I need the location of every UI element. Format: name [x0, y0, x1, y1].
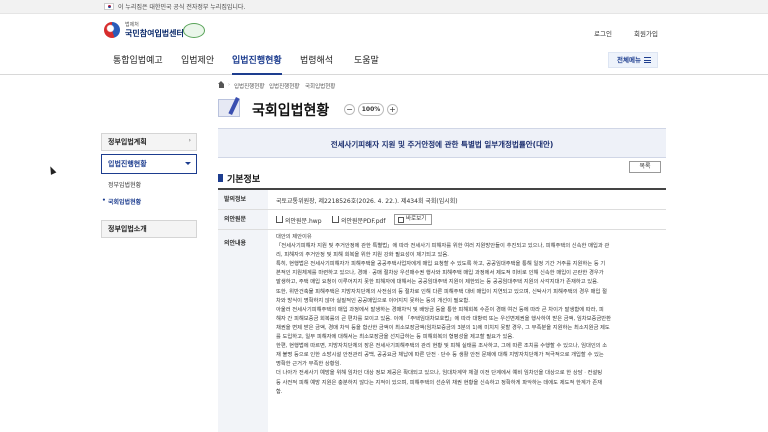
content-line: 아울러 전세사기피해주택의 매입 과정에서 발생하는 경매차익 및 배당금 등을…	[276, 306, 604, 313]
content-line: 본적인 지원체계를 마련하고 있으나, 경매ㆍ공매 절차상 우선매수권 행사와 …	[276, 270, 604, 277]
hamburger-icon	[644, 57, 651, 63]
caret-down-icon	[185, 162, 191, 165]
gnb-item-proposal[interactable]: 입법제안	[181, 53, 214, 75]
government-emblem-icon[interactable]	[104, 22, 120, 38]
lnb-sub-assembly-status[interactable]: 국회입법현황	[102, 197, 141, 206]
table-row: 의안내용 대안의 제안이유 「전세사기피해자 지원 및 주거안정에 관한 특별법」…	[218, 230, 666, 432]
gnb-item-progress[interactable]: 입법진행현황	[232, 53, 282, 75]
content-line: 「전세사기피해자 지원 및 주거안정에 관한 특별법」에 따라 전세사기 피해자…	[276, 243, 610, 250]
content-line: 등 사전적 피해 예방 지원은 충분하지 않다는 지적이 있으며, 피해주택의 …	[276, 379, 603, 386]
table-row: 발의정보 국토교통위원장, 제2218526호(2026. 4. 22.). 제…	[218, 190, 666, 210]
gov-banner-text: 이 누리집은 대한민국 공식 전자정부 누리집입니다.	[118, 4, 246, 11]
all-menu-button[interactable]: 전체메뉴	[608, 52, 658, 68]
content-line: 대안의 제안이유	[276, 234, 312, 240]
gov-banner: 이 누리집은 대한민국 공식 전자정부 누리집입니다.	[0, 0, 768, 14]
list-button[interactable]: 목록	[629, 161, 661, 173]
page-title: 국회입법현황	[252, 103, 330, 119]
hwp-file-link[interactable]: 의안원문.hwp	[276, 216, 322, 225]
content-line: 차와 방식이 명확하지 않아 실질적인 공공매입으로 이어지지 못하는 등의 개…	[276, 297, 470, 304]
breadcrumb-current: 국회입법현황	[305, 84, 336, 90]
login-link[interactable]: 로그인	[594, 28, 612, 38]
korea-flag-icon	[104, 3, 114, 10]
breadcrumb-separator-icon: ›	[298, 82, 300, 88]
all-menu-label: 전체메뉴	[617, 56, 641, 64]
zoom-level: 100%	[358, 103, 384, 116]
breadcrumb-item[interactable]: 입법진행현황	[269, 82, 299, 90]
content-line: 명확한 근거가 부족한 상황임.	[276, 361, 342, 368]
row-label: 의안원문	[218, 210, 268, 229]
bill-content-text: 대안의 제안이유 「전세사기피해자 지원 및 주거안정에 관한 특별법」에 따라 …	[276, 233, 656, 397]
content-line: 리, 피해자의 주거안정 및 피해 회복을 위한 지원 강화 필요성이 제기되고…	[276, 252, 449, 259]
logo-ministry[interactable]: 법제처	[125, 21, 139, 28]
lnb-sub-gov-status[interactable]: 정부입법현황	[108, 180, 141, 189]
lnb-item-intro[interactable]: 정부입법소개	[101, 220, 197, 238]
bill-title-box: 전세사기피해자 지원 및 주거안정에 관한 특별법 일부개정법률안(대안)	[218, 128, 666, 158]
breadcrumb-item[interactable]: 입법진행현황	[234, 82, 264, 90]
content-line: 더 나아가 전세사기 예방을 위해 임차인 대상 정보 제공은 확대되고 있으나…	[276, 370, 603, 377]
content-line: 함.	[276, 388, 283, 395]
lnb-item-plan[interactable]: 정부입법계획 ›	[101, 133, 197, 151]
info-table: 발의정보 국토교통위원장, 제2218526호(2026. 4. 22.). 제…	[218, 188, 666, 432]
breadcrumb-separator-icon: ›	[228, 82, 230, 88]
content-line: 재 불명 등으로 인한 소방시설 안전관리 공백, 공공요금 체납에 따른 단전…	[276, 352, 604, 359]
site-header: 법제처 국민참여입법센터 로그인 회원가입	[0, 14, 768, 46]
content-line: 또한, 위반건축물 피해주택은 지방자치단체의 사전심의 등 절차로 인해 다른…	[276, 288, 607, 295]
certification-badge-icon	[183, 23, 205, 38]
home-icon[interactable]	[218, 81, 225, 88]
content-line: 발생하고, 주택 매입 요청이 이루어지지 못한 피해자에 대해서는 공공임대주…	[276, 279, 599, 286]
bill-title: 전세사기피해자 지원 및 주거안정에 관한 특별법 일부개정법률안(대안)	[330, 140, 554, 149]
proposer-value: 국토교통위원장, 제2218526호(2026. 4. 22.). 제434회 …	[276, 198, 458, 205]
lnb-item-progress[interactable]: 입법진행현황	[101, 154, 197, 174]
chevron-right-icon: ›	[188, 137, 191, 144]
lnb-item-label: 입법진행현황	[108, 160, 147, 168]
content-line: 해자 간 피해보증금 회복률의 큰 편차를 보이고 있음. 이에 「주택임대차보…	[276, 315, 611, 322]
main-navigation: 통합입법예고 입법제안 입법진행현황 법령해석 도움말 전체메뉴	[0, 46, 768, 75]
gnb-item-help[interactable]: 도움말	[354, 53, 379, 75]
lnb-item-label: 정부입법계획	[108, 138, 147, 146]
section-heading-basic-info: 기본정보	[218, 172, 260, 185]
row-label: 의안내용	[218, 230, 268, 432]
breadcrumb-separator-icon: ›	[263, 82, 265, 88]
row-label: 발의정보	[218, 190, 268, 209]
zoom-out-button[interactable]: −	[344, 104, 355, 115]
gnb-item-interpretation[interactable]: 법령해석	[300, 53, 333, 75]
legislation-document-icon	[216, 96, 246, 119]
logo-site-name[interactable]: 국민참여입법센터	[125, 28, 184, 39]
content-line: 한편, 현행법에 따르면, 지방자치단체의 장은 전세사기피해주택의 관리 현황…	[276, 343, 608, 350]
pdf-file-link[interactable]: 의안원문PDF.pdf	[332, 216, 385, 225]
view-now-button[interactable]: 바로보기	[394, 214, 432, 225]
gnb-item-notice[interactable]: 통합입법예고	[113, 53, 163, 75]
zoom-in-button[interactable]: +	[387, 104, 398, 115]
signup-link[interactable]: 회원가입	[634, 28, 658, 38]
table-row: 의안원문 의안원문.hwp 의안원문PDF.pdf 바로보기	[218, 210, 666, 230]
lnb-item-label: 정부입법소개	[108, 225, 147, 233]
mouse-cursor-icon	[47, 165, 57, 175]
content-line: 특히, 현행법은 전세사기피해자가 피해주택을 공공주택사업자에게 매입 요청할…	[276, 261, 606, 268]
content-line: 채권을 변제 받은 금액, 경매 차익 등을 합산한 금액이 최소보장금액(임차…	[276, 324, 610, 331]
content-line: 를 도입하고, 일부 피해자에 대해서는 최소보장금을 선지급하는 등 피해회복…	[276, 334, 514, 341]
